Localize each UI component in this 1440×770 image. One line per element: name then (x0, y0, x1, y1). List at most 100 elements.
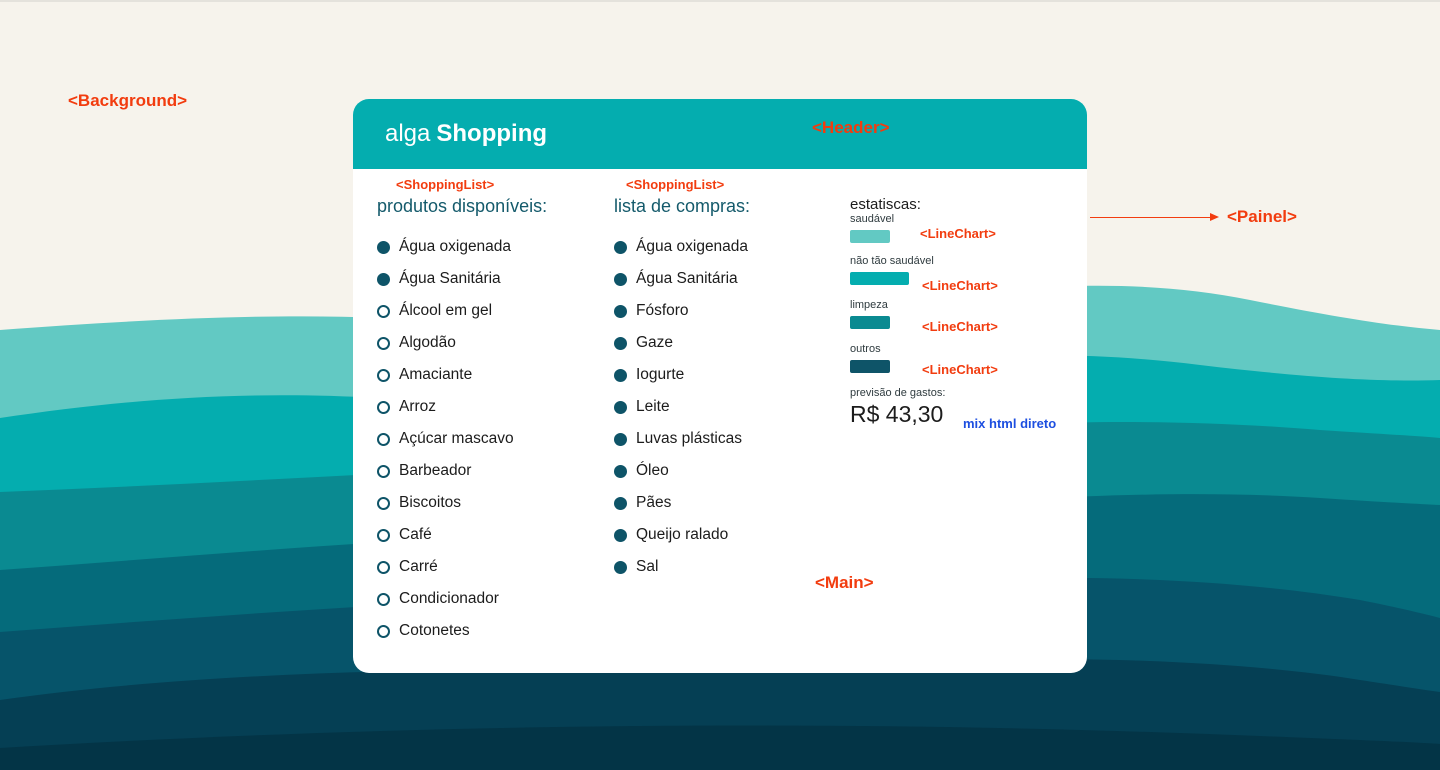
list-item-label: Gaze (636, 334, 674, 351)
list-item[interactable]: Barbeador (377, 455, 597, 487)
list-item[interactable]: Amaciante (377, 359, 597, 391)
list-item-label: Fósforo (636, 302, 689, 319)
list-item[interactable]: Água Sanitária (377, 263, 597, 295)
list-item-label: Condicionador (399, 590, 499, 607)
forecast-label: previsão de gastos: (850, 387, 946, 399)
empty-circle-icon[interactable] (377, 592, 390, 606)
filled-circle-icon[interactable] (614, 528, 627, 542)
filled-circle-icon[interactable] (614, 368, 627, 382)
list-item[interactable]: Fósforo (614, 295, 834, 327)
annotation-header: <Header> (812, 118, 890, 137)
stat-label: limpeza (850, 299, 888, 311)
filled-circle-icon[interactable] (614, 432, 627, 446)
list-item-label: Pães (636, 494, 672, 511)
filled-circle-icon[interactable] (377, 240, 390, 254)
list-item-label: Água Sanitária (399, 270, 501, 287)
filled-circle-icon[interactable] (614, 272, 627, 286)
statistics-title: estatiscas: (850, 196, 921, 213)
list-item[interactable]: Carré (377, 551, 597, 583)
logo-bold-text: Shopping (436, 120, 548, 147)
empty-circle-icon[interactable] (377, 464, 390, 478)
list-item[interactable]: Café (377, 519, 597, 551)
annotation-painel: <Painel> (1227, 207, 1297, 226)
list-item-label: Água oxigenada (636, 238, 749, 255)
list-item[interactable]: Cotonetes (377, 615, 597, 647)
filled-circle-icon[interactable] (614, 464, 627, 478)
empty-circle-icon[interactable] (377, 400, 390, 414)
shopping-list-title: lista de compras: (614, 196, 751, 216)
list-item-label: Arroz (399, 398, 437, 415)
filled-circle-icon[interactable] (614, 496, 627, 510)
filled-circle-icon[interactable] (614, 240, 627, 254)
list-item-label: Água Sanitária (636, 270, 738, 287)
list-item-label: Óleo (636, 462, 669, 479)
list-item-label: Sal (636, 558, 659, 575)
annotation-line-chart-4: <LineChart> (922, 362, 998, 377)
list-item[interactable]: Óleo (614, 455, 834, 487)
list-item-label: Cotonetes (399, 622, 470, 639)
list-item[interactable]: Leite (614, 391, 834, 423)
list-item[interactable]: Algodão (377, 327, 597, 359)
filled-circle-icon[interactable] (614, 400, 627, 414)
stat-bar (850, 230, 890, 243)
list-item[interactable]: Arroz (377, 391, 597, 423)
available-items: Água oxigenada Água Sanitária Álcool em ge… (377, 231, 597, 647)
list-item[interactable]: Açúcar mascavo (377, 423, 597, 455)
list-item[interactable]: Queijo ralado (614, 519, 834, 551)
available-products-list: produtos disponíveis: Água oxigenada Água… (377, 196, 597, 647)
list-item[interactable]: Iogurte (614, 359, 834, 391)
empty-circle-icon[interactable] (377, 304, 390, 318)
list-item[interactable]: Gaze (614, 327, 834, 359)
stat-label: saudável (850, 213, 895, 225)
annotation-line-chart-3: <LineChart> (922, 319, 998, 334)
list-item[interactable]: Pães (614, 487, 834, 519)
annotation-line-chart-1: <LineChart> (920, 226, 996, 241)
stat-bar (850, 316, 890, 329)
header: alga Shopping (353, 99, 1087, 169)
list-item[interactable]: Luvas plásticas (614, 423, 834, 455)
shopping-items: Água oxigenada Água Sanitária Fósforo Gaze I… (614, 231, 834, 583)
annotation-background: <Background> (68, 91, 188, 110)
empty-circle-icon[interactable] (377, 368, 390, 382)
filled-circle-icon[interactable] (377, 272, 390, 286)
stat-bar (850, 272, 909, 285)
empty-circle-icon[interactable] (377, 528, 390, 542)
list-item-label: Leite (636, 398, 670, 415)
list-item-label: Água oxigenada (399, 238, 512, 255)
list-item[interactable]: Água oxigenada (614, 231, 834, 263)
filled-circle-icon[interactable] (614, 336, 627, 350)
list-item[interactable]: Água Sanitária (614, 263, 834, 295)
available-products-title: produtos disponíveis: (377, 196, 548, 216)
list-item-label: Luvas plásticas (636, 430, 742, 447)
list-item-label: Biscoitos (399, 494, 462, 511)
list-item[interactable]: Álcool em gel (377, 295, 597, 327)
list-item-label: Álcool em gel (399, 302, 493, 319)
shopping-list: lista de compras: Água oxigenada Água San… (614, 196, 834, 583)
list-item[interactable]: Água oxigenada (377, 231, 597, 263)
logo-light-text: alga (385, 120, 431, 147)
empty-circle-icon[interactable] (377, 432, 390, 446)
annotation-main: <Main> (815, 573, 874, 592)
logo[interactable]: alga Shopping (385, 120, 547, 148)
stat-bar (850, 360, 890, 373)
list-item-label: Açúcar mascavo (399, 430, 514, 447)
list-item-label: Carré (399, 558, 438, 575)
list-item[interactable]: Condicionador (377, 583, 597, 615)
annotation-arrow-head (1210, 213, 1219, 221)
empty-circle-icon[interactable] (377, 496, 390, 510)
list-item-label: Algodão (399, 334, 456, 351)
list-item-label: Amaciante (399, 366, 473, 383)
filled-circle-icon[interactable] (614, 560, 627, 574)
annotation-arrow-line (1090, 217, 1210, 218)
list-item-label: Café (399, 526, 432, 543)
list-item[interactable]: Sal (614, 551, 834, 583)
empty-circle-icon[interactable] (377, 336, 390, 350)
filled-circle-icon[interactable] (614, 304, 627, 318)
annotation-line-chart-2: <LineChart> (922, 278, 998, 293)
list-item[interactable]: Biscoitos (377, 487, 597, 519)
empty-circle-icon[interactable] (377, 624, 390, 638)
stat-label: outros (850, 343, 881, 355)
stat-label: não tão saudável (850, 255, 934, 267)
empty-circle-icon[interactable] (377, 560, 390, 574)
list-item-label: Queijo ralado (636, 526, 729, 543)
